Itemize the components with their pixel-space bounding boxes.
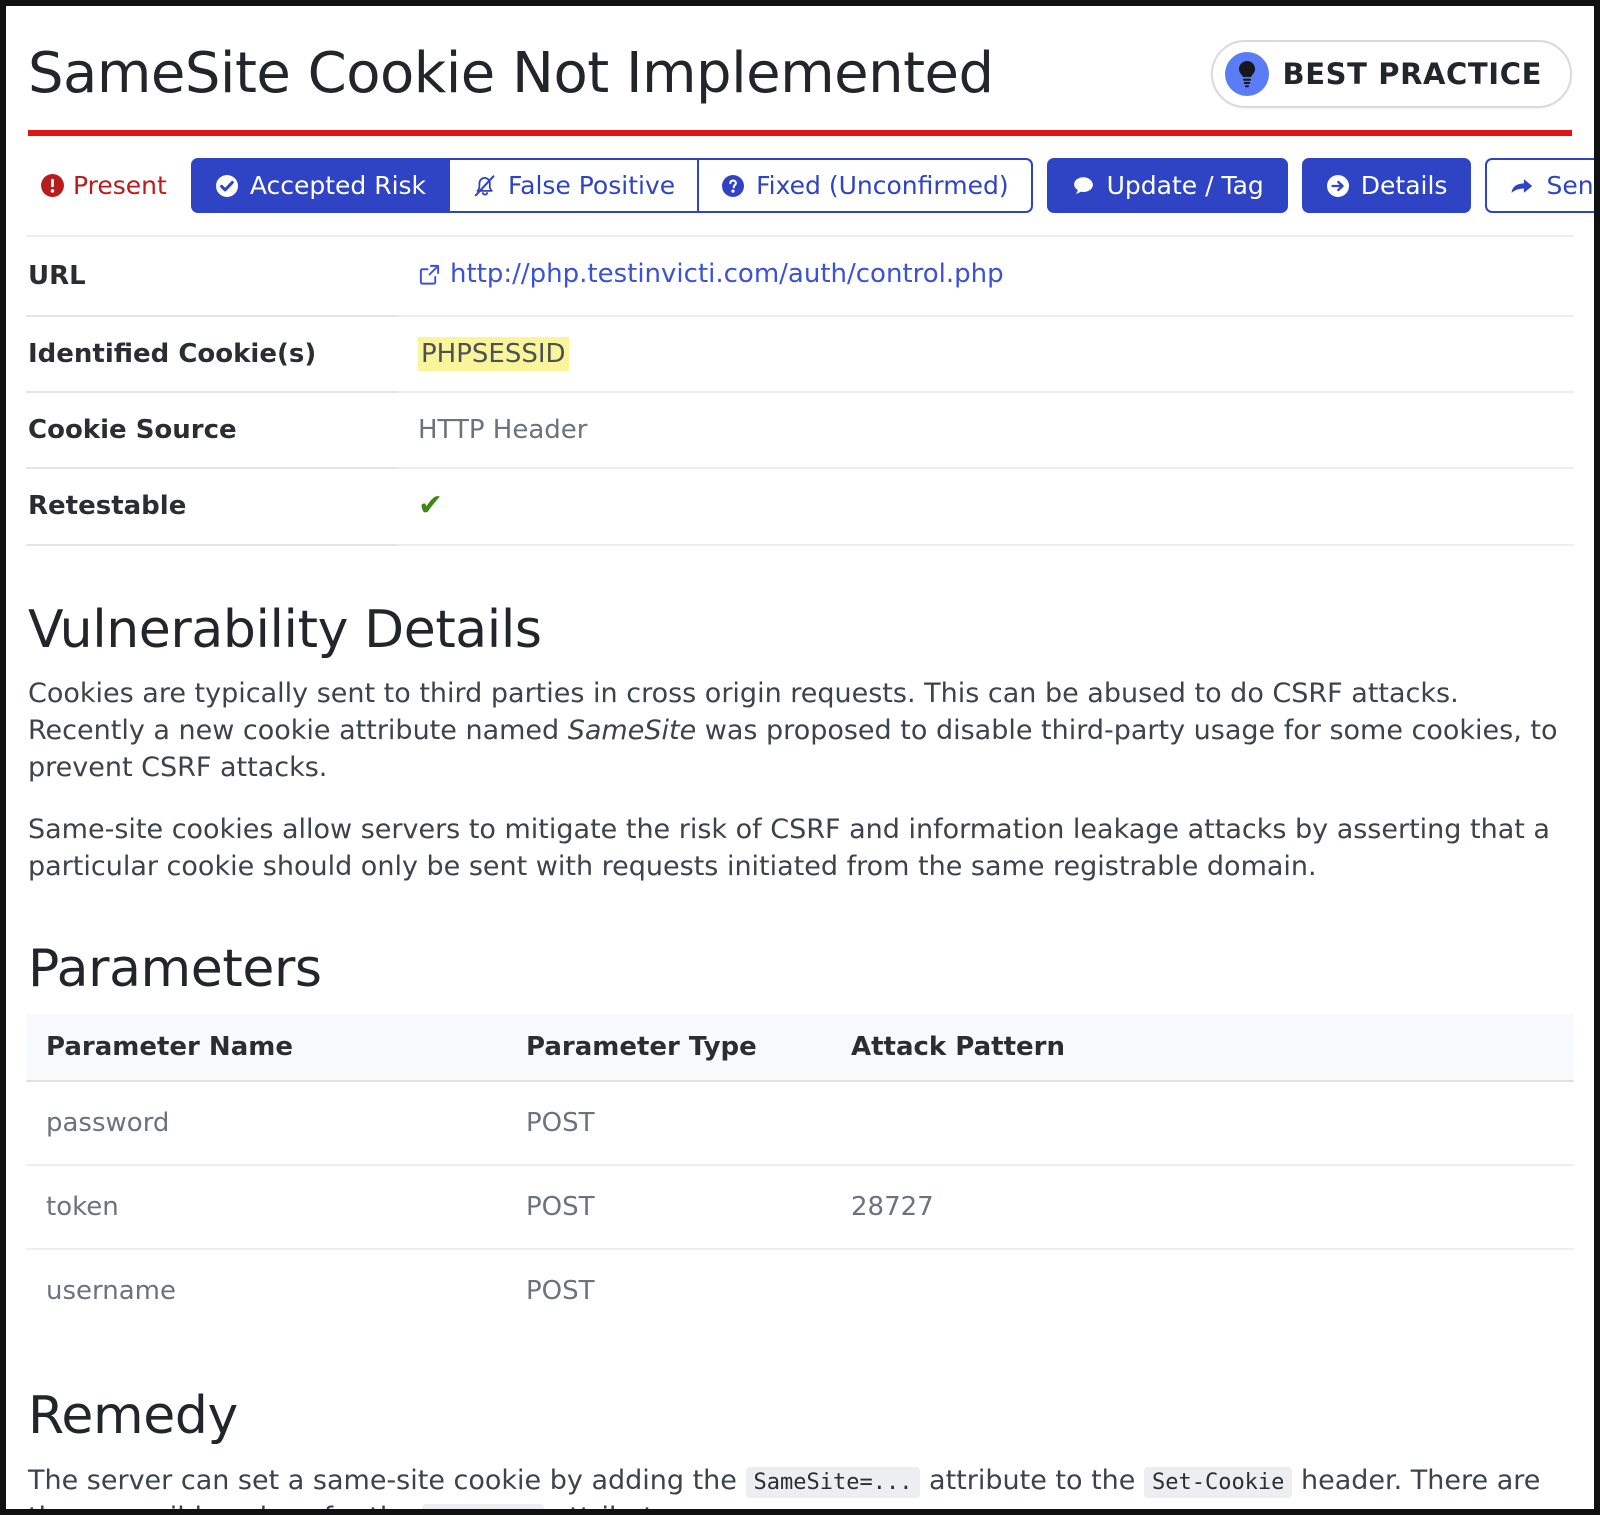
info-label-retestable: Retestable xyxy=(26,468,398,545)
table-row: URL http://php.testinvicti.com/auth/cont… xyxy=(26,236,1574,316)
status-button-group: Accepted Risk False Positive xyxy=(191,158,1033,213)
severity-badge: BEST PRACTICE xyxy=(1211,40,1572,108)
question-circle-icon xyxy=(721,174,745,198)
cell-parameter-name: username xyxy=(26,1249,506,1332)
info-value-retestable: ✔ xyxy=(398,468,1574,545)
info-value-url: http://php.testinvicti.com/auth/control.… xyxy=(398,236,1574,316)
column-attack-pattern: Attack Pattern xyxy=(831,1014,1574,1081)
page-title: SameSite Cookie Not Implemented xyxy=(28,43,994,105)
info-value-cookies: PHPSESSID xyxy=(398,316,1574,392)
update-tag-label: Update / Tag xyxy=(1107,170,1264,201)
arrow-circle-right-icon xyxy=(1326,174,1350,198)
send-to-button[interactable]: Send To ▾ xyxy=(1485,158,1600,213)
identified-cookie-highlight: PHPSESSID xyxy=(418,337,569,371)
remedy-text-a: The server can set a same-site cookie by… xyxy=(28,1465,746,1496)
comment-icon xyxy=(1071,173,1096,198)
info-label-cookie-source: Cookie Source xyxy=(26,392,398,468)
details-label: Details xyxy=(1361,170,1448,201)
vulnerability-report-page: SameSite Cookie Not Implemented BEST PRA… xyxy=(0,0,1600,1515)
finding-info-table: URL http://php.testinvicti.com/auth/cont… xyxy=(26,235,1574,546)
cell-parameter-name: token xyxy=(26,1165,506,1249)
code-samesite: SameSite xyxy=(422,1504,544,1515)
vd-p1-emphasis: SameSite xyxy=(568,715,696,746)
severity-badge-label: BEST PRACTICE xyxy=(1283,57,1542,91)
fixed-unconfirmed-label: Fixed (Unconfirmed) xyxy=(756,170,1008,201)
bell-slash-icon xyxy=(472,173,497,198)
table-row: Identified Cookie(s) PHPSESSID xyxy=(26,316,1574,392)
url-link[interactable]: http://php.testinvicti.com/auth/control.… xyxy=(418,259,1004,289)
vulnerability-details-paragraph-2: Same-site cookies allow servers to mitig… xyxy=(28,811,1558,886)
parameters-table: Parameter Name Parameter Type Attack Pat… xyxy=(26,1014,1574,1332)
table-header-row: Parameter Name Parameter Type Attack Pat… xyxy=(26,1014,1574,1081)
table-row: token POST 28727 xyxy=(26,1165,1574,1249)
cell-parameter-type: POST xyxy=(506,1081,831,1165)
parameters-heading: Parameters xyxy=(28,941,1574,998)
fixed-unconfirmed-button[interactable]: Fixed (Unconfirmed) xyxy=(699,158,1032,213)
send-to-label: Send To xyxy=(1546,170,1600,201)
remedy-text-d: attribute: xyxy=(544,1502,679,1515)
cell-attack-pattern xyxy=(831,1081,1574,1165)
accepted-risk-button[interactable]: Accepted Risk xyxy=(191,158,450,213)
false-positive-button[interactable]: False Positive xyxy=(450,158,699,213)
table-row: Retestable ✔ xyxy=(26,468,1574,545)
code-set-cookie: Set-Cookie xyxy=(1144,1467,1292,1498)
action-toolbar: Present Accepted Risk xyxy=(26,136,1574,235)
table-row: username POST xyxy=(26,1249,1574,1332)
table-row: Cookie Source HTTP Header xyxy=(26,392,1574,468)
check-icon: ✔ xyxy=(418,488,443,523)
vulnerability-details-heading: Vulnerability Details xyxy=(28,602,1574,659)
exclamation-circle-icon xyxy=(40,173,65,198)
cell-parameter-name: password xyxy=(26,1081,506,1165)
vulnerability-details-paragraph-1: Cookies are typically sent to third part… xyxy=(28,675,1558,787)
info-label-url: URL xyxy=(26,236,398,316)
code-samesite-attr: SameSite=... xyxy=(746,1467,921,1498)
column-parameter-type: Parameter Type xyxy=(506,1014,831,1081)
cell-attack-pattern: 28727 xyxy=(831,1165,1574,1249)
details-button[interactable]: Details xyxy=(1302,158,1472,213)
info-value-cookie-source: HTTP Header xyxy=(398,392,1574,468)
column-parameter-name: Parameter Name xyxy=(26,1014,506,1081)
remedy-heading: Remedy xyxy=(28,1388,1574,1445)
remedy-paragraph: The server can set a same-site cookie by… xyxy=(28,1462,1558,1515)
url-link-text: http://php.testinvicti.com/auth/control.… xyxy=(450,259,1004,289)
external-link-icon xyxy=(418,263,441,286)
cell-parameter-type: POST xyxy=(506,1249,831,1332)
report-header: SameSite Cookie Not Implemented BEST PRA… xyxy=(26,6,1574,108)
lightbulb-icon xyxy=(1225,52,1269,96)
accepted-risk-label: Accepted Risk xyxy=(250,170,426,201)
share-icon xyxy=(1509,174,1535,198)
status-badge-label: Present xyxy=(73,171,167,200)
info-label-cookies: Identified Cookie(s) xyxy=(26,316,398,392)
check-circle-icon xyxy=(215,174,239,198)
table-row: password POST xyxy=(26,1081,1574,1165)
cell-parameter-type: POST xyxy=(506,1165,831,1249)
false-positive-label: False Positive xyxy=(508,170,675,201)
cell-attack-pattern xyxy=(831,1249,1574,1332)
status-badge: Present xyxy=(28,171,191,200)
update-tag-button[interactable]: Update / Tag xyxy=(1047,158,1288,213)
remedy-text-b: attribute to the xyxy=(920,1465,1144,1496)
